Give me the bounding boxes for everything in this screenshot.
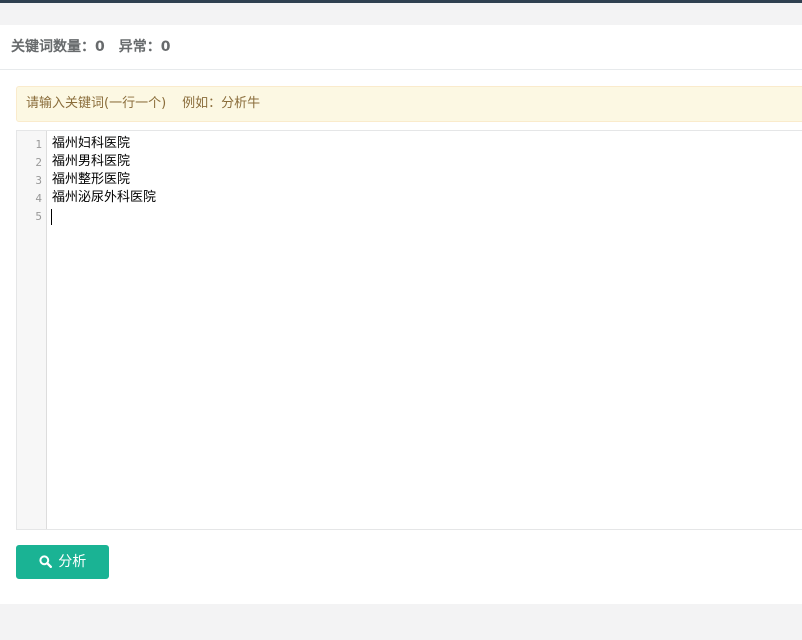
keyword-panel: 关键词数量：0 异常：0 请输入关键词(一行一个) 例如：分析牛 1 2 3 4 5… [0, 25, 802, 604]
text-cursor [51, 209, 52, 225]
line-number: 1 [35, 138, 42, 151]
top-strip [0, 3, 802, 23]
editor-line[interactable]: 福州男科医院 [52, 153, 130, 171]
editor-gutter: 1 2 3 4 5 [17, 131, 47, 529]
error-count-value: 0 [160, 39, 171, 55]
editor-line[interactable]: 福州妇科医院 [52, 135, 130, 153]
input-hint-alert: 请输入关键词(一行一个) 例如：分析牛 [16, 86, 802, 122]
line-number: 2 [35, 156, 42, 169]
keyword-editor[interactable]: 1 2 3 4 5 福州妇科医院 福州男科医院 福州整形医院 福州泌尿外科医院 [16, 130, 802, 530]
line-number: 3 [35, 174, 42, 187]
error-count-label: 异常： [118, 39, 161, 55]
keyword-count-label: 关键词数量： [11, 39, 95, 55]
analyze-button[interactable]: 分析 [16, 545, 109, 579]
search-icon [39, 554, 58, 570]
panel-header: 关键词数量：0 异常：0 [0, 25, 802, 70]
analyze-button-label: 分析 [58, 554, 87, 570]
line-number: 5 [35, 210, 42, 223]
alert-example: 例如：分析牛 [182, 96, 261, 111]
alert-instruction: 请输入关键词(一行一个) [26, 96, 167, 111]
editor-line[interactable]: 福州整形医院 [52, 171, 130, 189]
editor-line[interactable]: 福州泌尿外科医院 [52, 189, 156, 207]
keyword-count-value: 0 [95, 39, 105, 55]
line-number: 4 [35, 192, 42, 205]
